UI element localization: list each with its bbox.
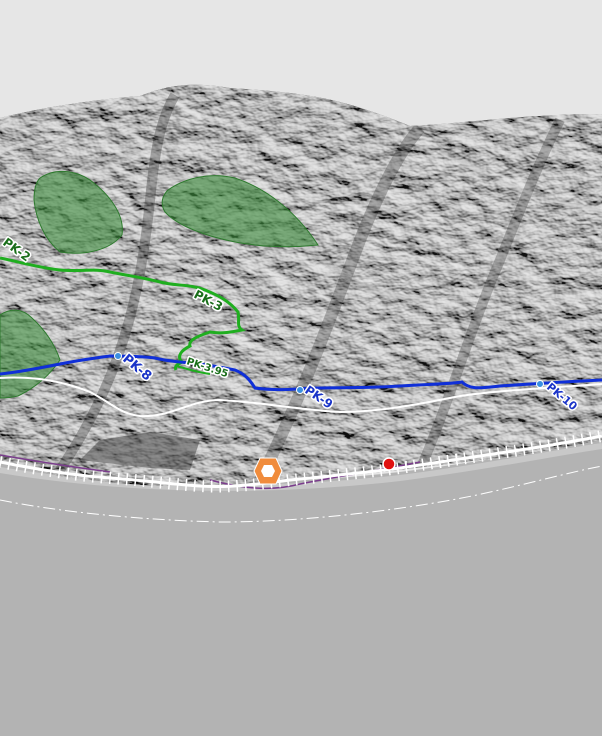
hexagon-marker-icon[interactable] [253, 457, 283, 485]
map-view[interactable]: PK-2 PK-3 PK-3.95 PK-8 PK-9 PK-10 [0, 0, 602, 736]
blue-trail-node-pk9[interactable] [296, 386, 304, 394]
terrain-relief [0, 84, 602, 486]
blue-trail-node-pk8[interactable] [114, 352, 122, 360]
blue-trail-node-pk10[interactable] [536, 380, 544, 388]
red-dot-marker-icon[interactable] [382, 457, 396, 471]
